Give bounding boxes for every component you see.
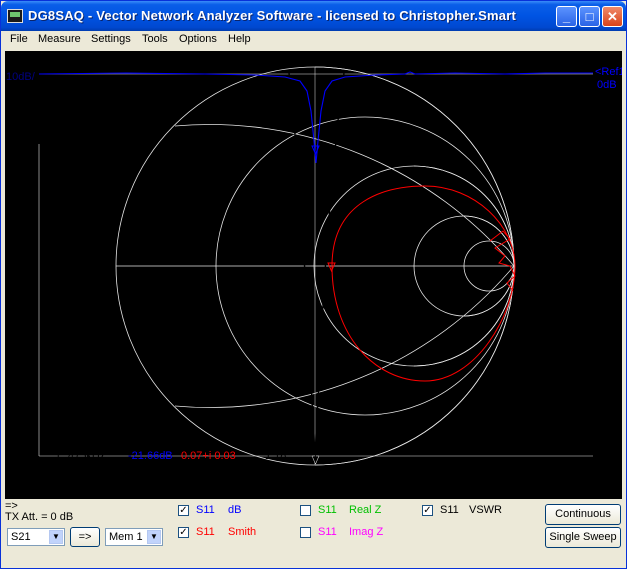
smith-x-arc — [314, 66, 515, 267]
ref-left-scale: 10dB/ — [6, 71, 35, 83]
marker-vswr-value: 1.18 — [265, 450, 287, 462]
stop-frequency: Stop = 725 kHz — [519, 477, 595, 489]
trace-s11-imagz-type: Imag Z — [349, 526, 384, 538]
trace-s11-realz-param: S11 — [318, 504, 337, 516]
trace-s11-imagz-checkbox[interactable] — [300, 527, 311, 538]
menu-bar: File Measure Settings Tools Options Help — [1, 31, 626, 50]
start-frequency: Start = 225 kHz — [37, 477, 114, 489]
chevron-down-icon[interactable]: ▼ — [147, 530, 161, 544]
trace-s11-smith-checkbox[interactable]: ✓ — [178, 527, 189, 538]
trace-s11-realz-checkbox[interactable] — [300, 505, 311, 516]
window-title: DG8SAQ - Vector Network Analyzer Softwar… — [28, 8, 517, 23]
port-select[interactable]: S21 ▼ — [7, 528, 65, 546]
trace-s11-vswr-checkbox[interactable]: ✓ — [422, 505, 433, 516]
menu-tools[interactable]: Tools — [142, 33, 168, 45]
app-icon — [7, 9, 23, 23]
cal-label: Cal — [6, 461, 23, 473]
trace-s11-vswr-type: VSWR — [469, 504, 502, 516]
trace-s11-realz-type: Real Z — [349, 504, 382, 516]
menu-file[interactable]: File — [10, 33, 28, 45]
smith-x-arc — [314, 265, 515, 466]
control-panel: => TX Att. = 0 dB S21 ▼ => Mem 1 ▼ ✓ S11… — [1, 499, 626, 569]
ref-right-value: 0dB — [597, 79, 617, 91]
marker-frequency: 475kHz — [68, 450, 106, 462]
minimize-button[interactable]: _ — [556, 6, 577, 27]
continuous-button[interactable]: Continuous — [545, 504, 621, 525]
trace-s11-imagz-param: S11 — [318, 526, 337, 538]
db-trace — [38, 71, 593, 164]
memory-select[interactable]: Mem 1 ▼ — [105, 528, 163, 546]
marker-index: 1: — [55, 450, 65, 462]
smith-marker — [327, 262, 336, 273]
center-frequency: Center = 475 kHz — [274, 477, 360, 489]
trace-s11-vswr-param: S11 — [440, 504, 459, 516]
marker-db-value: -21.66dB — [128, 450, 173, 462]
chevron-down-icon[interactable]: ▼ — [49, 530, 63, 544]
maximize-button[interactable]: □ — [579, 6, 600, 27]
menu-help[interactable]: Help — [228, 33, 251, 45]
db-marker — [311, 145, 320, 156]
menu-options[interactable]: Options — [179, 33, 217, 45]
smith-trace — [331, 185, 516, 382]
plot-canvas — [38, 66, 593, 466]
title-bar[interactable]: DG8SAQ - Vector Network Analyzer Softwar… — [1, 1, 626, 31]
port-select-value: S21 — [11, 531, 31, 543]
app-window: DG8SAQ - Vector Network Analyzer Softwar… — [0, 0, 627, 569]
trace-s11-smith-param: S11 — [196, 526, 215, 538]
single-sweep-button[interactable]: Single Sweep — [545, 527, 621, 548]
close-button[interactable]: ✕ — [602, 6, 623, 27]
plot-area[interactable]: 10dB/ 1/ <Ref1 0dB Cal <Ref5 1 1: 475kHz… — [5, 51, 622, 499]
span-frequency: Span = 500 kHz — [277, 489, 356, 499]
trace-s11-db-param: S11 — [196, 504, 215, 516]
marker-smith-value: 0.07+i 0.03 — [181, 450, 236, 462]
menu-settings[interactable]: Settings — [91, 33, 131, 45]
marker-label: 1 — [312, 449, 319, 461]
trace-s11-db-type: dB — [228, 504, 242, 516]
smith-x-arc — [174, 124, 515, 267]
ref-left-scale-2: 1/ — [6, 191, 16, 203]
trace-s11-db-checkbox[interactable]: ✓ — [178, 505, 189, 516]
trace-s11-smith-type: Smith — [228, 526, 257, 538]
transfer-button[interactable]: => — [70, 527, 100, 547]
ref-right-label: <Ref1 — [595, 66, 622, 78]
memory-select-value: Mem 1 — [109, 531, 143, 543]
ref-right-bottom-value: 1 — [597, 480, 604, 492]
smith-x-arc — [174, 265, 515, 408]
menu-measure[interactable]: Measure — [38, 33, 81, 45]
tx-attenuation-label: TX Att. = 0 dB — [5, 511, 74, 523]
